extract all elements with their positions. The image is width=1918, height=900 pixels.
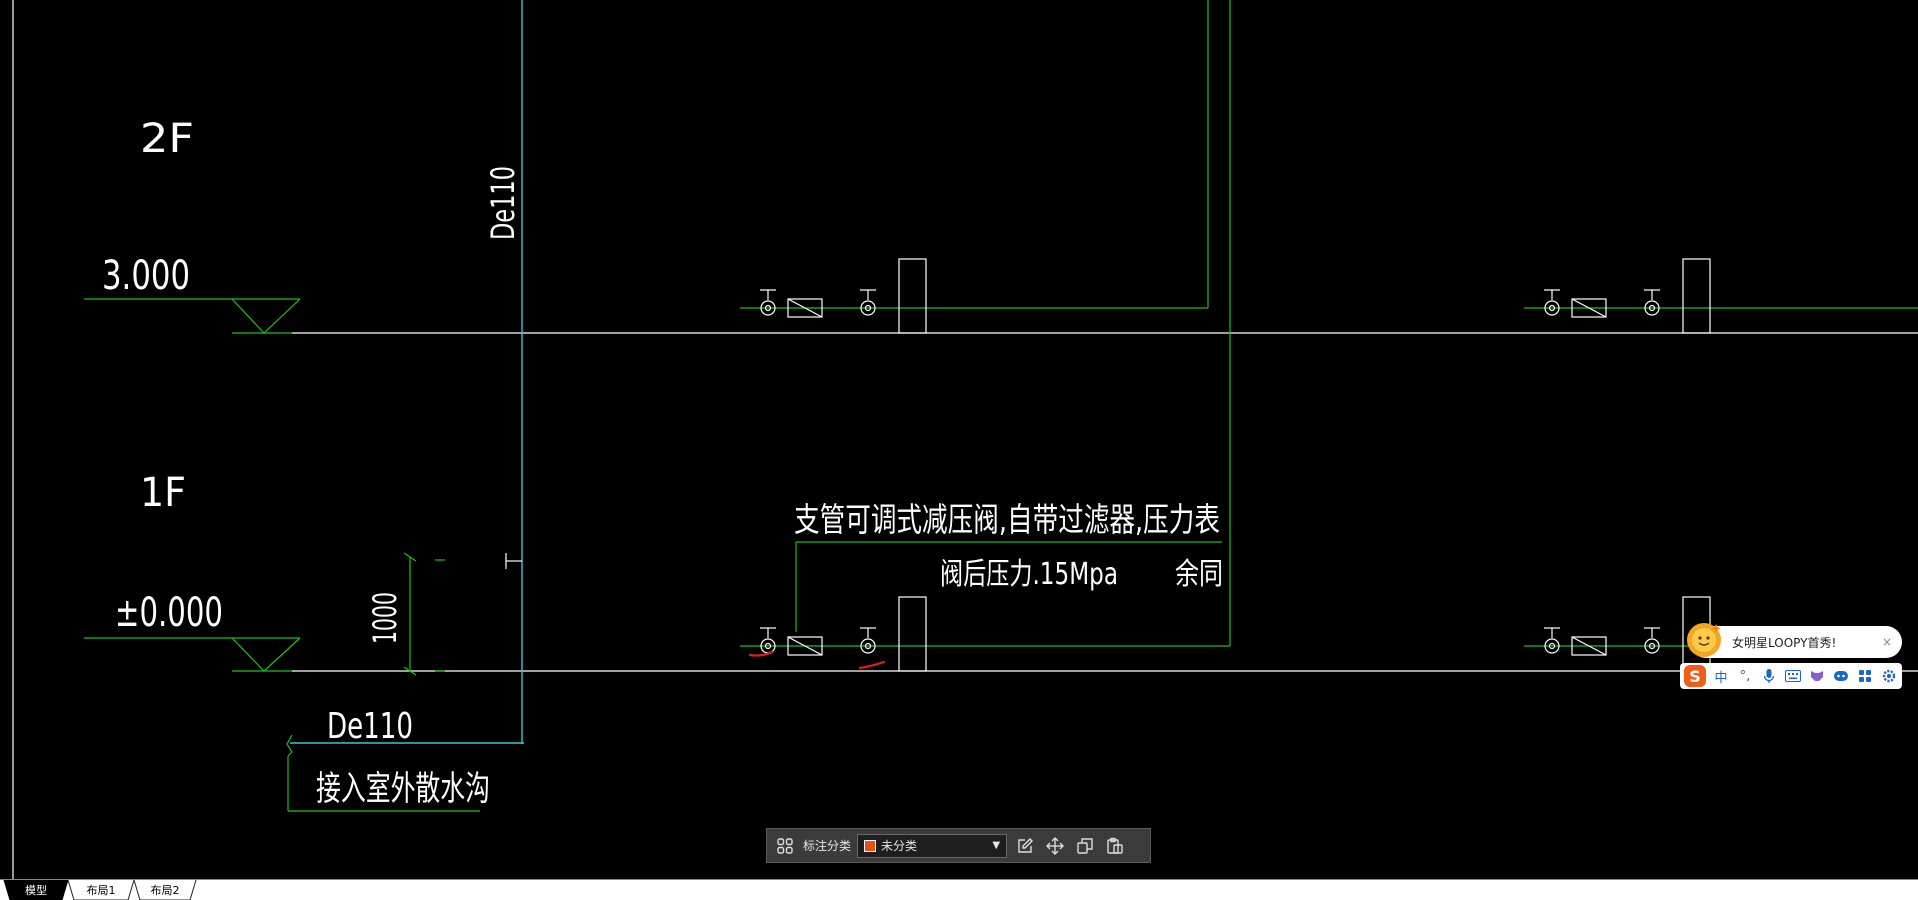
ime-toolbar: S 中 °, (1680, 663, 1902, 689)
ime-logo-icon[interactable]: S (1684, 665, 1706, 687)
copy-icon[interactable] (1073, 834, 1097, 858)
sun-mascot-icon (1687, 623, 1721, 657)
microphone-icon[interactable] (1760, 667, 1778, 685)
elevation-label-2f: 3.000 (102, 253, 190, 299)
elevation-symbol-2f (84, 298, 301, 334)
settings-icon[interactable] (1880, 667, 1898, 685)
floor-label-2f: 2F (140, 116, 194, 162)
tab-model[interactable]: 模型 (10, 880, 62, 900)
emoji-icon[interactable] (1832, 667, 1850, 685)
ime-popup-message: 女明星LOOPY首秀! (1732, 635, 1837, 650)
outlet-note: 接入室外散水沟 (316, 769, 490, 809)
dimension-value: 1000 (366, 592, 404, 644)
category-label: 标注分类 (803, 839, 852, 853)
valve-assembly-1f-left (760, 596, 927, 672)
tab-layout1[interactable]: 布局1 (74, 880, 128, 900)
category-selected-value: 未分类 (881, 839, 918, 853)
category-color-swatch (864, 839, 877, 852)
valve-note-line2: 阀后压力.15Mpa (940, 557, 1118, 592)
cad-drawing-canvas[interactable]: 2F 3.000 1F ±0.000 De110 De110 接入室外散水沟 1… (0, 0, 1918, 879)
paste-icon[interactable] (1103, 834, 1127, 858)
valve-assembly-2f-left (760, 258, 927, 334)
pipe-tee-mark (505, 553, 522, 569)
valve-assembly-2f-right (1544, 258, 1711, 334)
horizontal-pipe-size-label: De110 (327, 706, 413, 747)
edit-icon[interactable] (1013, 834, 1037, 858)
ime-notification-popup[interactable]: 女明星LOOPY首秀! × (1687, 623, 1902, 658)
language-toggle[interactable]: 中 (1712, 667, 1730, 686)
grid-icon[interactable] (773, 834, 797, 858)
floor-label-1f: 1F (140, 470, 186, 516)
valve-note-line1: 支管可调式减压阀,自带过滤器,压力表 (794, 500, 1220, 539)
elevation-symbol-1f (84, 637, 301, 672)
elevation-label-1f: ±0.000 (115, 590, 223, 636)
toolbox-icon[interactable] (1856, 667, 1874, 685)
skin-icon[interactable] (1808, 667, 1826, 685)
vertical-pipe-size-label: De110 (484, 166, 522, 240)
close-icon[interactable]: × (1882, 635, 1892, 649)
supply-pipes (740, 0, 1918, 647)
valve-note-line3: 余同 (1175, 557, 1223, 592)
layout-tabs-bar: 模型 布局1 布局2 (0, 879, 1918, 900)
keyboard-icon[interactable] (1784, 667, 1802, 685)
dimension-line (403, 552, 445, 676)
punctuation-toggle[interactable]: °, (1736, 667, 1754, 685)
category-dropdown[interactable]: 未分类 ▼ (857, 833, 1008, 858)
move-icon[interactable] (1043, 834, 1067, 858)
annotation-toolbar: 标注分类 未分类 ▼ (766, 828, 1151, 863)
chevron-down-icon: ▼ (992, 840, 1001, 851)
tab-layout2[interactable]: 布局2 (140, 880, 190, 900)
